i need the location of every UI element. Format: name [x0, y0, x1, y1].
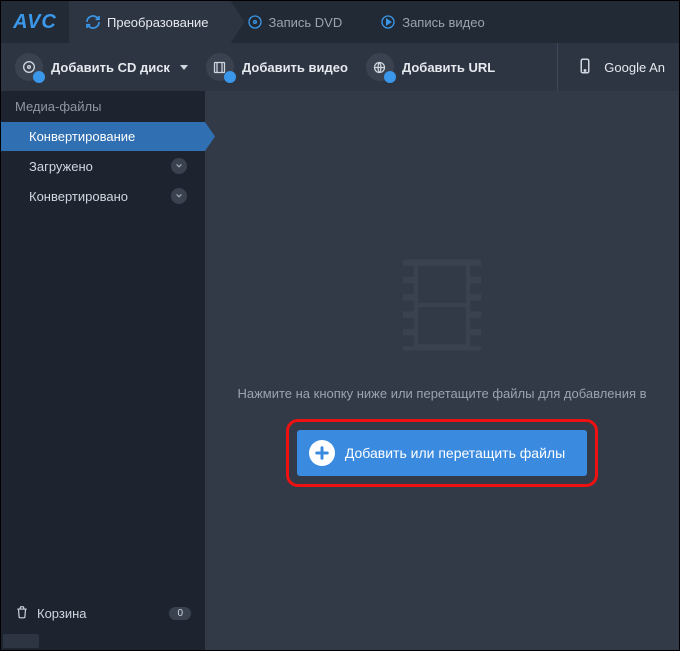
sidebar-item-converted[interactable]: Конвертировано	[1, 181, 205, 211]
body: Медиа-файлы Конвертирование Загружено Ко…	[1, 91, 679, 650]
toolbar: Добавить CD диск Добавить видео Добавить…	[1, 43, 679, 91]
sidebar-item-label: Конвертирование	[29, 129, 135, 144]
button-label: Добавить URL	[402, 60, 495, 75]
sidebar-section-title: Медиа-файлы	[1, 91, 205, 122]
chevron-badge-icon	[171, 158, 187, 174]
disc-icon	[247, 14, 263, 30]
sidebar-spacer	[1, 211, 205, 593]
refresh-icon	[85, 14, 101, 30]
tabbar: AVC Преобразование Запись DVD Запись вид…	[1, 1, 679, 43]
tab-label: Запись DVD	[269, 15, 343, 30]
sidebar-item-downloaded[interactable]: Загружено	[1, 151, 205, 181]
add-cd-button[interactable]: Добавить CD диск	[15, 53, 188, 81]
main-canvas: Нажмите на кнопку ниже или перетащите фа…	[205, 91, 679, 650]
tab-convert[interactable]: Преобразование	[69, 1, 231, 43]
button-label: Добавить CD диск	[51, 60, 170, 75]
trash-label: Корзина	[37, 606, 87, 621]
trash-button[interactable]: Корзина 0	[1, 593, 205, 634]
film-placeholder-icon	[398, 255, 486, 360]
tab-record[interactable]: Запись видео	[364, 1, 506, 43]
device-selector[interactable]: Google An	[557, 43, 665, 91]
trash-count: 0	[169, 607, 191, 620]
add-files-button[interactable]: Добавить или перетащить файлы	[297, 430, 587, 476]
chevron-down-icon	[180, 65, 188, 70]
footer-stub	[3, 634, 39, 648]
sidebar-item-label: Конвертировано	[29, 189, 128, 204]
highlight-frame: Добавить или перетащить файлы	[286, 419, 598, 487]
app-window: AVC Преобразование Запись DVD Запись вид…	[0, 0, 680, 651]
app-logo: AVC	[1, 1, 69, 43]
play-circle-icon	[380, 14, 396, 30]
tab-label: Преобразование	[107, 15, 209, 30]
add-video-button[interactable]: Добавить видео	[206, 53, 348, 81]
phone-icon	[576, 54, 594, 81]
add-url-button[interactable]: Добавить URL	[366, 53, 495, 81]
globe-add-icon	[366, 53, 394, 81]
sidebar-item-converting[interactable]: Конвертирование	[1, 122, 205, 151]
device-label: Google An	[604, 60, 665, 75]
tab-label: Запись видео	[402, 15, 484, 30]
film-add-icon	[206, 53, 234, 81]
plus-circle-icon	[309, 440, 335, 466]
trash-icon	[15, 605, 29, 622]
disc-add-icon	[15, 53, 43, 81]
button-label: Добавить видео	[242, 60, 348, 75]
button-label: Добавить или перетащить файлы	[345, 445, 565, 461]
sidebar-item-label: Загружено	[29, 159, 93, 174]
chevron-badge-icon	[171, 188, 187, 204]
dropzone-hint: Нажмите на кнопку ниже или перетащите фа…	[237, 386, 646, 401]
tab-dvd[interactable]: Запись DVD	[231, 1, 365, 43]
sidebar: Медиа-файлы Конвертирование Загружено Ко…	[1, 91, 205, 650]
